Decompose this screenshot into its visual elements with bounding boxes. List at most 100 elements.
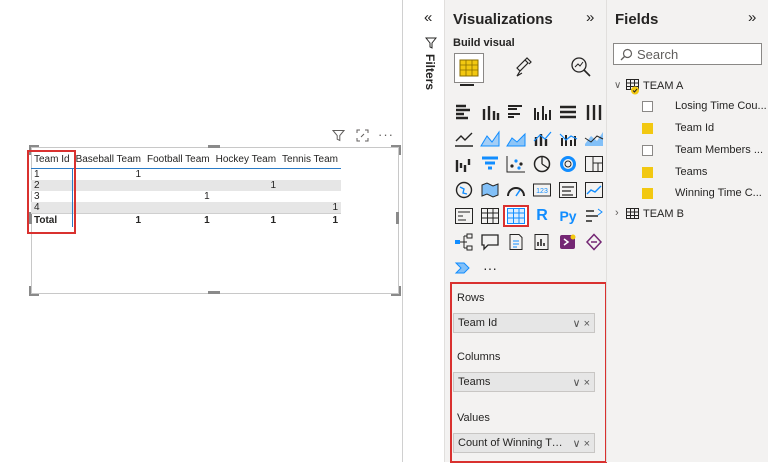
treemap-icon[interactable] [581,153,607,175]
field-checkbox-losing-time[interactable] [642,101,653,112]
field-name-losing-time[interactable]: Losing Time Cou... [675,100,767,112]
table-icon[interactable] [477,205,503,227]
power-automate-icon[interactable] [581,231,607,253]
area-chart-icon[interactable] [477,127,503,149]
table-cell [279,180,342,191]
line-chart-icon[interactable] [451,127,477,149]
values-well-chip[interactable]: Count of Winning Tim... ∨ × [453,433,595,453]
collapse-visualizations-icon[interactable]: » [586,9,594,26]
columns-well-chip[interactable]: Teams ∨ × [453,372,595,392]
chevron-down-icon[interactable]: ∨ [614,80,621,91]
field-name-team-members[interactable]: Team Members ... [675,144,763,156]
field-name-teams[interactable]: Teams [675,166,707,178]
paginated-report-icon[interactable] [529,231,555,253]
fields-search-input[interactable]: Search [613,43,762,65]
resize-corner-br[interactable] [391,286,401,296]
focus-mode-icon[interactable] [356,129,369,145]
resize-corner-bl[interactable] [29,286,39,296]
python-visual-icon[interactable]: Py [555,205,581,227]
more-options-icon[interactable]: ··· [378,127,394,142]
field-checkbox-teams[interactable] [642,167,653,178]
r-script-visual-icon[interactable]: R [529,205,555,227]
multi-row-card-icon[interactable] [555,179,581,201]
field-name-winning-time[interactable]: Winning Time C... [675,187,762,199]
visual-type-gallery: 123 R Py ··· [451,101,607,279]
field-checkbox-team-members[interactable] [642,145,653,156]
column-header-hockey[interactable]: Hockey Team [212,150,280,169]
close-icon[interactable]: × [584,318,590,330]
key-influencers-icon[interactable] [581,205,607,227]
power-apps-icon[interactable] [555,231,581,253]
slicer-icon[interactable] [451,205,477,227]
build-visual-tab[interactable] [454,53,484,83]
close-icon[interactable]: × [584,377,590,389]
table-row: 3 1 [31,191,341,202]
table-cell [212,202,280,214]
smart-narrative-icon[interactable] [503,231,529,253]
table-name-team-b[interactable]: TEAM B [643,208,684,220]
chevron-down-icon[interactable]: ∨ [572,438,580,450]
resize-handle-top[interactable] [208,145,220,148]
waterfall-chart-icon[interactable] [451,153,477,175]
table-name-team-a[interactable]: TEAM A [643,80,683,92]
filled-map-icon[interactable] [477,179,503,201]
chevron-right-icon[interactable]: › [615,207,619,219]
table-cell [144,202,213,214]
analytics-icon[interactable] [570,56,592,81]
power-automate-flow-icon[interactable] [451,257,477,279]
rows-well-label: Rows [457,292,485,304]
resize-handle-right[interactable] [396,212,399,224]
field-checkbox-winning-time[interactable] [642,188,653,199]
collapse-filters-icon[interactable]: « [424,9,432,26]
stacked-bar-chart-icon[interactable] [451,101,477,123]
resize-handle-bottom[interactable] [208,291,220,294]
line-and-column-chart-icon[interactable] [529,127,555,149]
total-cell: 1 [72,213,144,227]
donut-chart-icon[interactable] [555,153,581,175]
table-row: 2 1 [31,180,342,191]
pie-chart-icon[interactable] [529,153,555,175]
columns-field-name: Teams [458,376,491,388]
stacked-area-chart-icon[interactable] [503,127,529,149]
filter-funnel-icon [424,37,438,52]
field-name-team-id[interactable]: Team Id [675,122,714,134]
column-header-football[interactable]: Football Team [144,150,213,169]
decomposition-tree-icon[interactable] [451,231,477,253]
matrix-table: Team Id Baseball Team Football Team Hock… [31,150,342,227]
search-placeholder: Search [637,47,679,62]
map-icon[interactable] [451,179,477,201]
gauge-icon[interactable] [503,179,529,201]
100-stacked-bar-chart-icon[interactable] [555,101,581,123]
clustered-bar-chart-icon[interactable] [503,101,529,123]
filter-icon[interactable] [331,129,346,145]
more-visuals-icon[interactable]: ··· [477,257,503,279]
scatter-chart-icon[interactable] [503,153,529,175]
qa-visual-icon[interactable] [477,231,503,253]
rows-well-chip[interactable]: Team Id ∨ × [453,313,595,333]
total-cell: 1 [212,213,280,227]
clustered-column-chart-icon[interactable] [529,101,555,123]
collapse-fields-icon[interactable]: » [748,9,756,26]
filters-label[interactable]: Filters [423,54,437,90]
ribbon-chart-icon[interactable] [581,127,607,149]
kpi-icon[interactable] [581,179,607,201]
column-header-tennis[interactable]: Tennis Team [279,150,342,169]
close-icon[interactable]: × [584,438,590,450]
funnel-chart-icon[interactable] [477,153,503,175]
resize-corner-tr[interactable] [391,145,401,155]
team-id-highlight [27,150,76,234]
column-header-baseball[interactable]: Baseball Team [72,150,144,169]
card-icon[interactable]: 123 [529,179,555,201]
line-and-clustered-column-icon[interactable] [555,127,581,149]
100-stacked-column-chart-icon[interactable] [581,101,607,123]
chevron-down-icon[interactable]: ∨ [572,318,580,330]
format-visual-icon[interactable] [513,56,535,81]
table-cell [279,191,341,202]
canvas-edge [402,0,403,462]
chevron-down-icon[interactable]: ∨ [572,377,580,389]
stacked-column-chart-icon[interactable] [477,101,503,123]
field-checkbox-team-id[interactable] [642,123,653,134]
table-cell: 1 [279,202,342,214]
matrix-icon[interactable] [503,205,529,227]
svg-text:123: 123 [536,188,548,195]
